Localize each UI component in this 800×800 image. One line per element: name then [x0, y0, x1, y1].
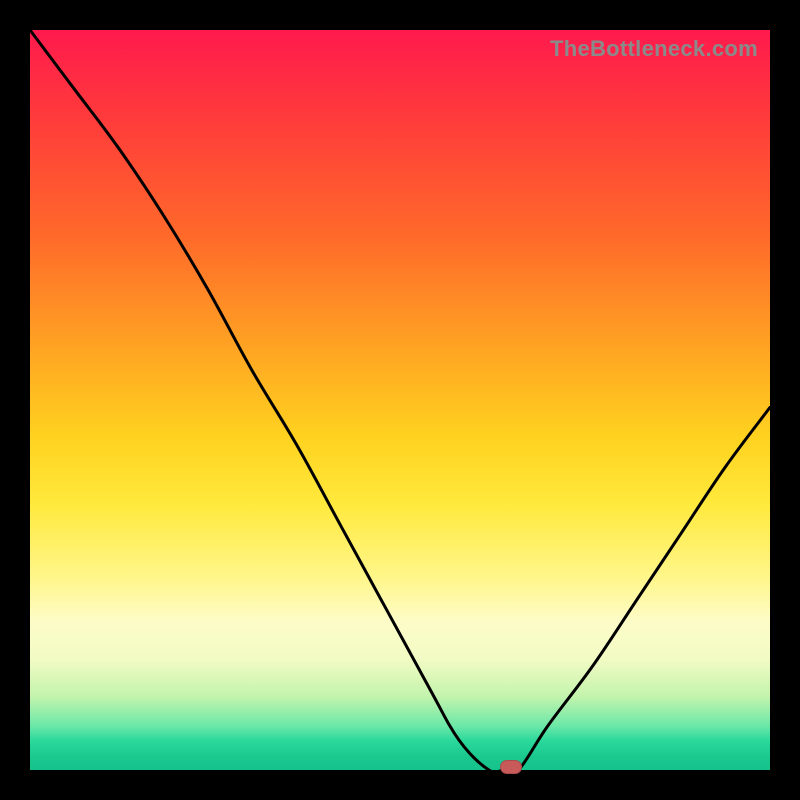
optimal-point-marker — [500, 760, 522, 774]
chart-frame: TheBottleneck.com — [0, 0, 800, 800]
plot-area: TheBottleneck.com — [30, 30, 770, 770]
bottleneck-curve — [30, 30, 770, 770]
